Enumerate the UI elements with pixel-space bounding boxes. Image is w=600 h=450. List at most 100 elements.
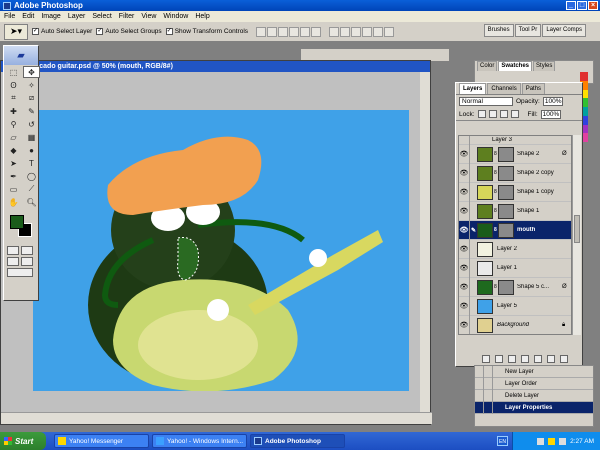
gradient-tool-icon[interactable]: ▦ bbox=[23, 131, 40, 143]
link-layers-icon[interactable] bbox=[482, 354, 490, 363]
marquee-tool-icon[interactable]: ⬚ bbox=[5, 66, 22, 78]
eye-icon[interactable] bbox=[459, 136, 470, 145]
tab-swatches[interactable]: Swatches bbox=[498, 61, 533, 71]
lasso-tool-icon[interactable]: ʘ bbox=[5, 79, 22, 91]
slice-tool-icon[interactable]: ⧄ bbox=[23, 92, 40, 104]
hand-tool-icon[interactable]: ✋ bbox=[5, 196, 22, 208]
type-tool-icon[interactable]: T bbox=[23, 157, 40, 169]
menu-window[interactable]: Window bbox=[163, 13, 188, 20]
taskbar-item-photoshop[interactable]: Adobe Photoshop bbox=[250, 434, 345, 448]
blend-mode-select[interactable]: Normal bbox=[459, 97, 513, 106]
layer-row[interactable]: 👁︎ 8 Shape 5 c... Ø bbox=[459, 277, 571, 297]
menu-select[interactable]: Select bbox=[92, 13, 111, 20]
action-item[interactable]: Layer Order bbox=[475, 377, 593, 390]
minimize-button[interactable]: _ bbox=[566, 1, 576, 10]
volume-icon[interactable] bbox=[559, 437, 567, 445]
layer-row[interactable]: Layer 3 bbox=[459, 136, 571, 145]
quick-mask-mode-button[interactable] bbox=[21, 246, 33, 255]
tab-styles[interactable]: Styles bbox=[533, 61, 556, 71]
eyedropper-tool-icon[interactable]: ⟋ bbox=[23, 183, 40, 195]
menu-edit[interactable]: Edit bbox=[22, 13, 34, 20]
eye-icon[interactable]: 👁︎ bbox=[459, 201, 470, 221]
dialog-toggle[interactable] bbox=[484, 389, 493, 402]
align-bottom-button[interactable] bbox=[278, 26, 289, 37]
layer-style-icon[interactable]: Ø bbox=[562, 284, 571, 290]
auto-select-groups-checkbox[interactable]: ✓ Auto Select Groups bbox=[96, 28, 162, 35]
distribute-bottom-button[interactable] bbox=[351, 26, 362, 37]
healing-brush-tool-icon[interactable]: ✚ bbox=[5, 105, 22, 117]
show-transform-controls-checkbox[interactable]: ✓ Show Transform Controls bbox=[165, 28, 248, 35]
lock-transparency-icon[interactable] bbox=[477, 110, 486, 118]
palette-tab-layer-comps[interactable]: Layer Comps bbox=[542, 24, 586, 37]
align-vcenter-button[interactable] bbox=[267, 26, 278, 37]
menu-file[interactable]: File bbox=[4, 13, 15, 20]
document-canvas[interactable] bbox=[33, 110, 409, 391]
distribute-hcenter-button[interactable] bbox=[373, 26, 384, 37]
layer-row[interactable]: 👁︎ 8 Shape 1 copy bbox=[459, 182, 571, 202]
lock-position-icon[interactable] bbox=[499, 110, 508, 118]
layers-scroll-thumb[interactable] bbox=[574, 215, 580, 243]
menu-help[interactable]: Help bbox=[195, 13, 209, 20]
blur-tool-icon[interactable]: ◆ bbox=[5, 144, 22, 156]
action-toggle[interactable] bbox=[475, 377, 484, 390]
new-layer-icon[interactable] bbox=[547, 354, 555, 363]
language-indicator[interactable]: EN bbox=[497, 436, 508, 446]
opacity-input[interactable]: 100% bbox=[542, 97, 563, 106]
add-layer-style-icon[interactable] bbox=[495, 354, 503, 363]
layer-row-selected[interactable]: 👁︎ ✎ 8 mouth bbox=[459, 220, 571, 240]
layer-row[interactable]: 👁︎ 8 Shape 1 bbox=[459, 201, 571, 221]
action-toggle[interactable] bbox=[475, 365, 484, 378]
move-tool-icon[interactable]: ✥ bbox=[23, 66, 40, 78]
layer-row[interactable]: 👁︎ Layer 2 bbox=[459, 239, 571, 259]
history-brush-tool-icon[interactable]: ↺ bbox=[23, 118, 40, 130]
clone-stamp-tool-icon[interactable]: ⚲ bbox=[5, 118, 22, 130]
dialog-toggle[interactable] bbox=[484, 401, 493, 414]
action-toggle[interactable] bbox=[475, 401, 484, 414]
menu-view[interactable]: View bbox=[141, 13, 156, 20]
add-layer-mask-icon[interactable] bbox=[508, 354, 516, 363]
dialog-toggle[interactable] bbox=[484, 365, 493, 378]
layer-style-icon[interactable]: Ø bbox=[562, 151, 571, 157]
taskbar-item-yahoo-messenger[interactable]: Yahoo! Messenger bbox=[54, 434, 149, 448]
action-item-selected[interactable]: Layer Properties bbox=[475, 401, 593, 414]
eye-icon[interactable]: 👁︎ bbox=[459, 163, 470, 183]
document-horizontal-scrollbar[interactable] bbox=[1, 412, 432, 424]
align-left-button[interactable] bbox=[289, 26, 300, 37]
eye-icon[interactable]: 👁︎ bbox=[459, 315, 470, 334]
new-adjustment-layer-icon[interactable] bbox=[534, 354, 542, 363]
distribute-vcenter-button[interactable] bbox=[340, 26, 351, 37]
taskbar-item-internet-explorer[interactable]: Yahoo! - Windows Intern... bbox=[152, 434, 247, 448]
foreground-color[interactable] bbox=[10, 215, 24, 229]
eye-icon[interactable]: 👁︎ bbox=[459, 144, 470, 164]
menu-layer[interactable]: Layer bbox=[68, 13, 86, 20]
shape-tool-icon[interactable]: ◯ bbox=[23, 170, 40, 182]
distribute-right-button[interactable] bbox=[384, 26, 395, 37]
layer-row[interactable]: 👁︎ Background 🔒︎ bbox=[459, 315, 571, 334]
layer-row[interactable]: 👁︎ 8 Shape 2 copy bbox=[459, 163, 571, 183]
tab-channels[interactable]: Channels bbox=[487, 83, 521, 94]
lock-all-icon[interactable] bbox=[510, 110, 519, 118]
zoom-tool-icon[interactable]: 🔍︎ bbox=[23, 196, 40, 208]
layer-row[interactable]: 👁︎ Layer 1 bbox=[459, 258, 571, 278]
tool-preset-picker[interactable]: ➤▾ bbox=[4, 23, 28, 40]
align-hcenter-button[interactable] bbox=[300, 26, 311, 37]
layer-row[interactable]: 👁︎ Layer 5 bbox=[459, 296, 571, 316]
eye-icon[interactable]: 👁︎ bbox=[459, 296, 470, 316]
action-item[interactable]: Delete Layer bbox=[475, 389, 593, 402]
menu-filter[interactable]: Filter bbox=[119, 13, 135, 20]
close-button[interactable]: × bbox=[588, 1, 598, 10]
magic-wand-tool-icon[interactable]: ✧ bbox=[23, 79, 40, 91]
align-top-button[interactable] bbox=[256, 26, 267, 37]
clock[interactable]: 2:27 AM bbox=[570, 438, 594, 445]
layer-row[interactable]: 👁︎ 8 Shape 2 Ø bbox=[459, 144, 571, 164]
dialog-toggle[interactable] bbox=[484, 377, 493, 390]
palette-tab-brushes[interactable]: Brushes bbox=[483, 24, 514, 37]
new-group-icon[interactable] bbox=[521, 354, 529, 363]
brush-tool-icon[interactable]: ✎ bbox=[23, 105, 40, 117]
document-vertical-scrollbar[interactable] bbox=[420, 72, 430, 412]
adobe-online-icon[interactable]: ▰ bbox=[18, 50, 25, 61]
eye-icon[interactable]: 👁︎ bbox=[459, 182, 470, 202]
tray-icon[interactable] bbox=[548, 437, 556, 445]
tray-icon[interactable] bbox=[537, 437, 545, 445]
action-toggle[interactable] bbox=[475, 389, 484, 402]
